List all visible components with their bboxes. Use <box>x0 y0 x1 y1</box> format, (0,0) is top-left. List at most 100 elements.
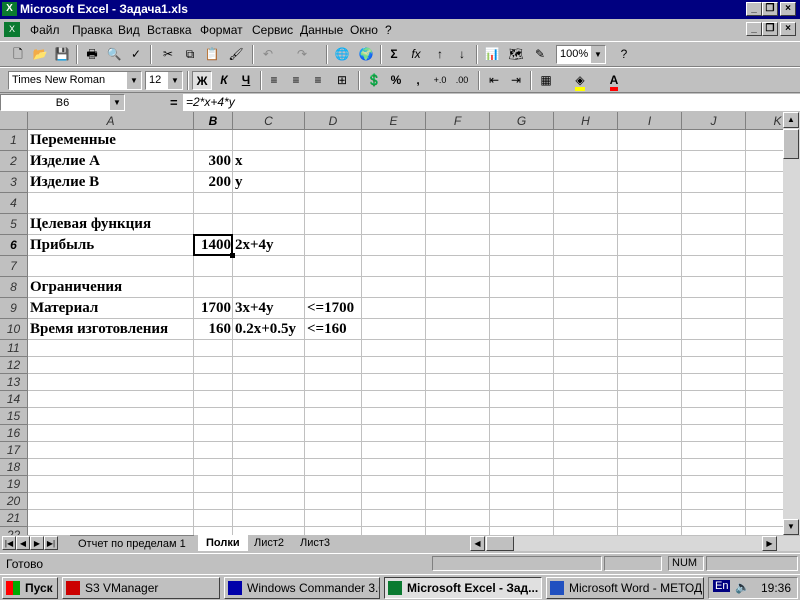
menu-format[interactable]: Формат <box>200 23 243 37</box>
cell-b10[interactable]: 160 <box>196 319 232 340</box>
name-box[interactable]: B6 ▼ <box>0 94 125 111</box>
select-all-corner[interactable] <box>0 112 28 130</box>
column-header-h[interactable]: H <box>554 112 618 130</box>
row-header-2[interactable]: 2 <box>0 151 28 172</box>
row-header-6[interactable]: 6 <box>0 235 28 256</box>
cut-icon[interactable]: ✂ <box>158 45 178 64</box>
sheet-tab[interactable]: Отчет по пределам 1 <box>70 535 194 552</box>
doc-close-button[interactable]: × <box>780 22 796 36</box>
row-header-5[interactable]: 5 <box>0 214 28 235</box>
row-header-11[interactable]: 11 <box>0 340 28 357</box>
cell-c9[interactable]: 3x+4y <box>235 298 274 319</box>
row-header-21[interactable]: 21 <box>0 510 28 527</box>
cell-c3[interactable]: y <box>235 172 243 193</box>
menu-insert[interactable]: Вставка <box>147 23 192 37</box>
map-icon[interactable]: 🗺 <box>506 45 526 64</box>
autosum-icon[interactable]: Σ <box>384 45 404 64</box>
menu-file[interactable]: Файл <box>30 23 60 37</box>
column-header-b[interactable]: B <box>194 112 233 130</box>
task-excel[interactable]: Microsoft Excel - Зад... <box>384 577 542 599</box>
column-header-f[interactable]: F <box>426 112 490 130</box>
print-preview-icon[interactable]: 🔍 <box>104 45 124 64</box>
align-center-icon[interactable]: ≡ <box>286 71 306 90</box>
cell-a6[interactable]: Прибыль <box>30 235 94 256</box>
doc-minimize-button[interactable]: _ <box>746 22 762 36</box>
row-header-22[interactable]: 22 <box>0 527 28 535</box>
drawing-icon[interactable]: ✎ <box>530 45 550 64</box>
menu-data[interactable]: Данные <box>300 23 343 37</box>
row-header-8[interactable]: 8 <box>0 277 28 298</box>
currency-icon[interactable]: 💲 <box>364 71 384 90</box>
sheet-tab-active[interactable]: Полки <box>198 535 248 551</box>
fill-handle[interactable] <box>230 253 235 258</box>
prev-sheet-icon[interactable]: ◀ <box>16 536 30 550</box>
row-header-15[interactable]: 15 <box>0 408 28 425</box>
task-word[interactable]: Microsoft Word - МЕТОД... <box>546 577 704 599</box>
menu-window[interactable]: Окно <box>350 23 378 37</box>
column-header-c[interactable]: C <box>233 112 305 130</box>
cell-b9[interactable]: 1700 <box>196 298 231 319</box>
doc-restore-button[interactable]: ❐ <box>762 22 778 36</box>
cell-a10[interactable]: Время изготовления <box>30 319 168 340</box>
last-sheet-icon[interactable]: ▶| <box>44 536 58 550</box>
column-header-g[interactable]: G <box>490 112 554 130</box>
sort-ascending-icon[interactable]: ↑ <box>430 45 450 64</box>
cell-a3[interactable]: Изделие В <box>30 172 99 193</box>
cell-b2[interactable]: 300 <box>196 151 232 172</box>
spelling-icon[interactable]: ✓ <box>126 45 146 64</box>
column-header-j[interactable]: J <box>682 112 746 130</box>
menu-edit[interactable]: Правка <box>72 23 113 37</box>
row-header-14[interactable]: 14 <box>0 391 28 408</box>
row-header-16[interactable]: 16 <box>0 425 28 442</box>
copy-icon[interactable]: ⧉ <box>180 45 200 64</box>
task-windows-commander[interactable]: Windows Commander 3.0... <box>224 577 380 599</box>
sort-descending-icon[interactable]: ↓ <box>452 45 472 64</box>
column-header-e[interactable]: E <box>362 112 426 130</box>
row-header-1[interactable]: 1 <box>0 130 28 151</box>
open-icon[interactable]: 📂 <box>30 45 50 64</box>
cell-c2[interactable]: x <box>235 151 243 172</box>
italic-button[interactable]: К <box>214 71 234 90</box>
document-icon[interactable]: X <box>4 22 20 37</box>
scroll-left-icon[interactable]: ◀ <box>470 536 485 551</box>
decrease-decimal-icon[interactable]: .00 <box>452 71 472 90</box>
row-header-4[interactable]: 4 <box>0 193 28 214</box>
merge-center-icon[interactable]: ⊞ <box>332 71 352 90</box>
sheet-tab[interactable]: Лист2 <box>246 535 292 551</box>
new-icon[interactable]: 🗋 <box>8 45 28 64</box>
row-header-3[interactable]: 3 <box>0 172 28 193</box>
minimize-button[interactable]: _ <box>746 2 762 16</box>
sheet-tab[interactable]: Лист3 <box>292 535 338 551</box>
cell-d9[interactable]: <=1700 <box>307 298 354 319</box>
row-header-12[interactable]: 12 <box>0 357 28 374</box>
cell-a2[interactable]: Изделие А <box>30 151 100 172</box>
cell-d10[interactable]: <=160 <box>307 319 347 340</box>
column-header-a[interactable]: A <box>28 112 194 130</box>
cell-c6[interactable]: 2x+4y <box>235 235 274 256</box>
formula-input[interactable]: =2*x+4*y <box>183 94 800 111</box>
start-button[interactable]: Пуск <box>2 577 58 599</box>
font-size-select[interactable]: 12 ▼ <box>145 71 183 90</box>
next-sheet-icon[interactable]: ▶ <box>30 536 44 550</box>
function-icon[interactable]: fx <box>406 45 426 64</box>
task-s3vmanager[interactable]: S3 VManager <box>62 577 220 599</box>
hyperlink-icon[interactable]: 🌐 <box>332 45 352 64</box>
first-sheet-icon[interactable]: |◀ <box>2 536 16 550</box>
scroll-up-icon[interactable]: ▲ <box>783 112 799 128</box>
font-select[interactable]: Times New Roman ▼ <box>8 71 142 90</box>
row-header-10[interactable]: 10 <box>0 319 28 340</box>
paste-icon[interactable]: 📋 <box>202 45 222 64</box>
format-painter-icon[interactable]: 🖌 <box>226 45 246 64</box>
menu-help[interactable]: ? <box>385 23 392 37</box>
print-icon[interactable]: 🖶 <box>82 45 102 64</box>
increase-indent-icon[interactable]: ⇥ <box>506 71 526 90</box>
menu-tools[interactable]: Сервис <box>252 23 293 37</box>
column-header-i[interactable]: I <box>618 112 682 130</box>
menu-view[interactable]: Вид <box>118 23 140 37</box>
comma-button[interactable]: , <box>408 71 428 90</box>
scroll-right-icon[interactable]: ▶ <box>762 536 777 551</box>
close-button[interactable]: × <box>780 2 796 16</box>
row-header-9[interactable]: 9 <box>0 298 28 319</box>
decrease-indent-icon[interactable]: ⇤ <box>484 71 504 90</box>
maximize-button[interactable]: ❐ <box>762 2 778 16</box>
